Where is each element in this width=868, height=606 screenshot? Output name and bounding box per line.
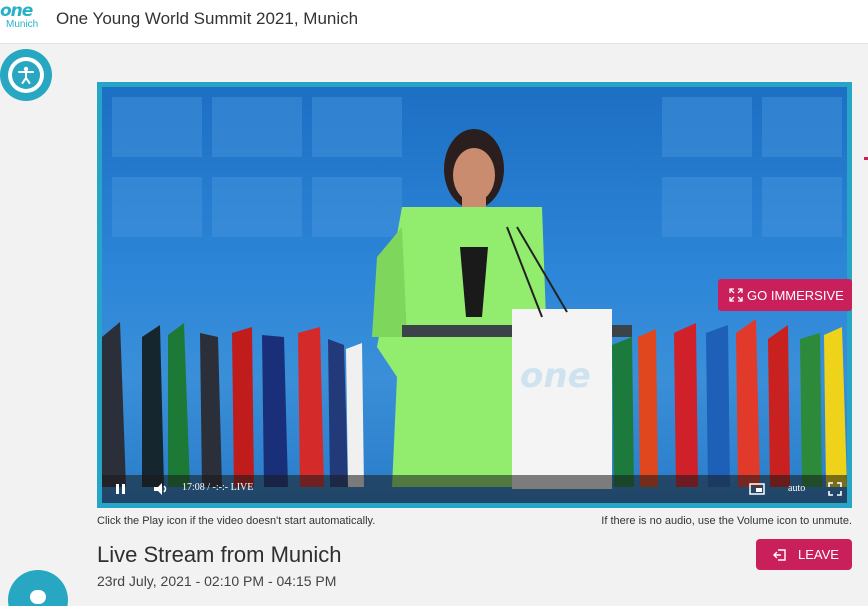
pause-icon[interactable] [112,480,130,498]
stream-title: Live Stream from Munich [97,542,342,567]
accessibility-ring [8,57,44,93]
volume-icon[interactable] [152,480,170,498]
play-hint: Click the Play icon if the video doesn't… [97,515,376,527]
fullscreen-icon[interactable] [826,480,844,498]
top-bar: one Munich One Young World Summit 2021, … [0,0,868,44]
picture-in-picture-icon[interactable] [748,480,766,498]
logo-text: one [0,1,33,21]
leave-label: LEAVE [798,547,839,562]
go-immersive-label: GO IMMERSIVE [747,287,844,303]
one-young-world-logo[interactable]: one Munich [0,1,44,31]
page-title: One Young World Summit 2021, Munich [56,9,359,28]
podium-logo: one [520,356,591,396]
leave-button[interactable]: LEAVE [756,539,852,570]
expand-icon [729,288,743,302]
edge-marker [864,157,868,160]
accessibility-icon [12,61,40,89]
accessibility-button[interactable] [0,49,52,101]
stream-date: 23rd July, 2021 - 02:10 PM - 04:15 PM [97,573,337,589]
chat-button[interactable] [8,570,68,606]
logo-subtext: Munich [6,19,39,30]
time-display: 17:08 / -:-:- LIVE [182,482,254,493]
exit-icon [773,548,786,561]
audio-hint: If there is no audio, use the Volume ico… [601,515,852,527]
quality-selector[interactable]: auto [788,483,805,494]
video-controls: 17:08 / -:-:- LIVE auto [102,475,847,503]
chat-icon [30,590,46,604]
go-immersive-button[interactable]: GO IMMERSIVE [718,279,852,311]
